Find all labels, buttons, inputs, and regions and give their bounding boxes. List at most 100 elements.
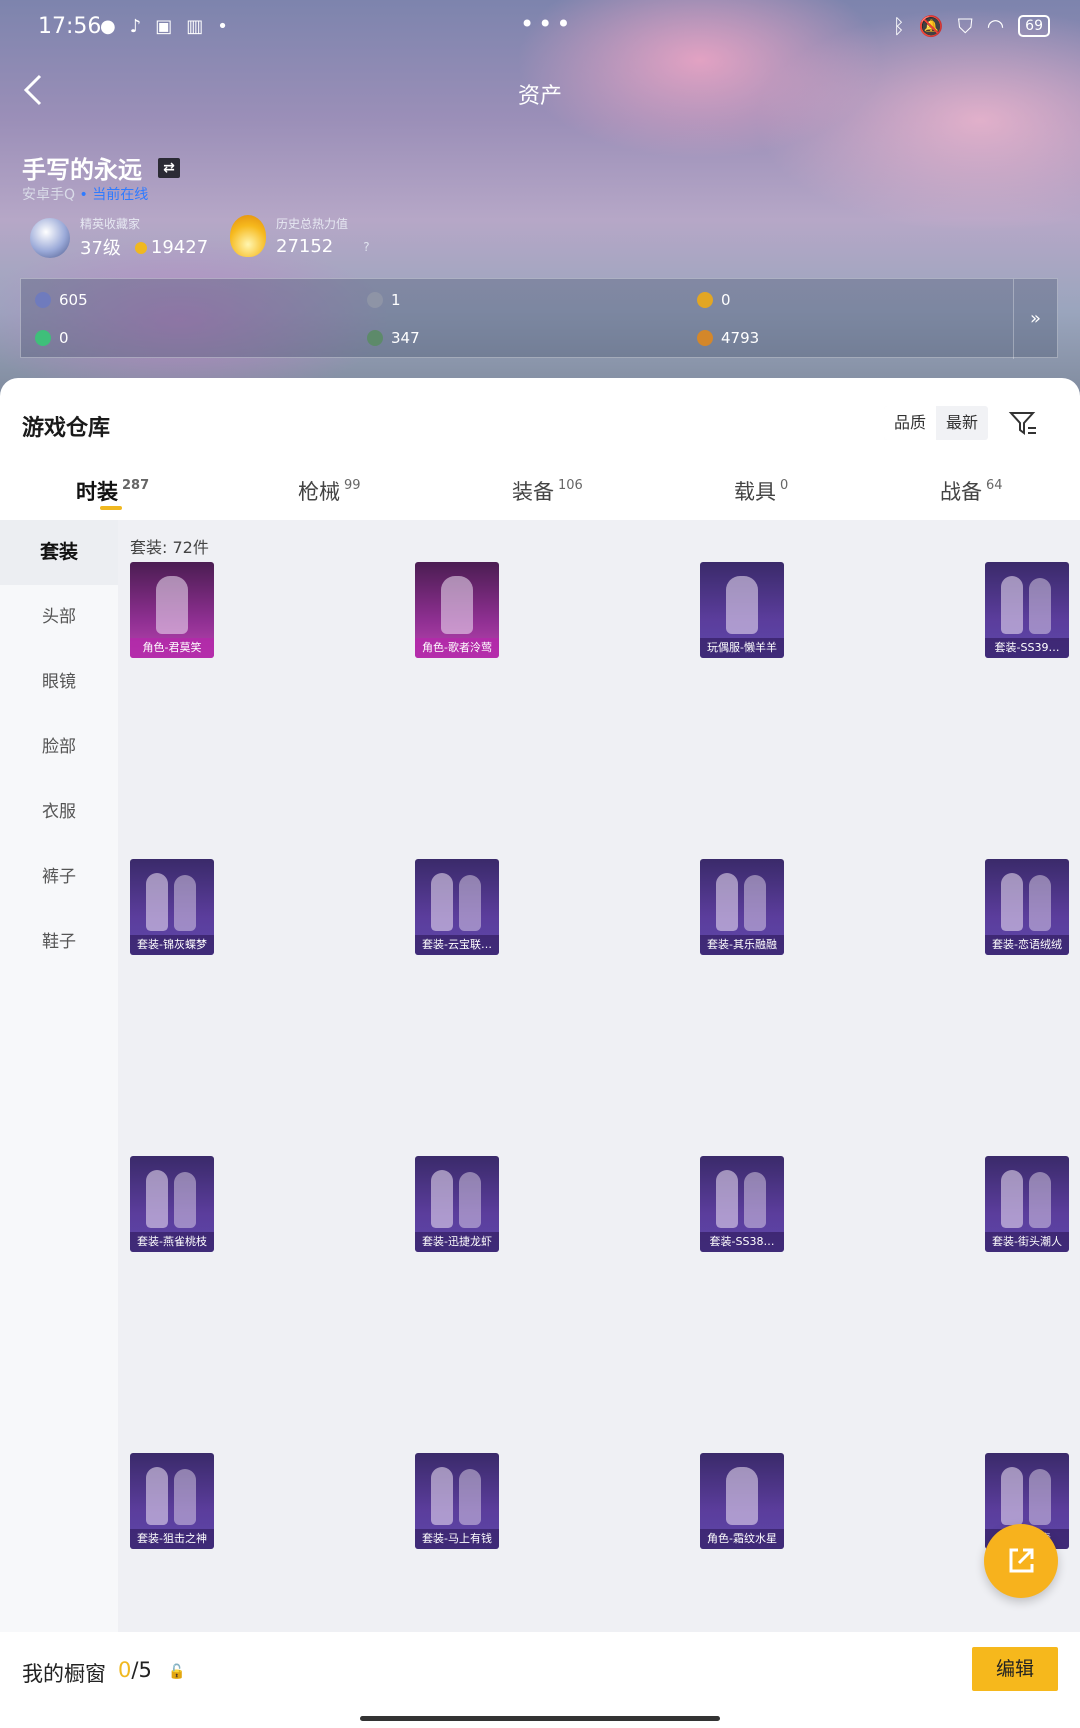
- sort-quality-button[interactable]: 品质: [884, 406, 937, 440]
- switch-account-icon[interactable]: ⇄: [158, 157, 180, 178]
- sort-newest-button[interactable]: 最新: [936, 406, 988, 440]
- item-card[interactable]: 套装-其乐融融: [700, 859, 784, 955]
- item-card[interactable]: 角色-君莫笑: [130, 562, 214, 658]
- item-card[interactable]: 玩偶服-懒羊羊: [700, 562, 784, 658]
- silver-coin-icon: [367, 292, 383, 308]
- collector-gem-icon: [30, 217, 70, 258]
- online-status: • 当前在线: [79, 187, 149, 203]
- tab-equipment[interactable]: 装备 106: [512, 476, 583, 506]
- page-title: 资产: [517, 84, 562, 109]
- item-name: 套装-迅捷龙虾: [415, 1232, 499, 1252]
- reader-icon: ▥: [186, 16, 204, 37]
- share-button[interactable]: [984, 1524, 1058, 1598]
- gold-coin-icon: [697, 292, 713, 308]
- item-thumbnail: [744, 1172, 766, 1228]
- item-thumbnail: [716, 873, 738, 931]
- item-count-label: 套装: 72件: [130, 538, 209, 557]
- bronze-coin-icon: [697, 330, 713, 346]
- bluetooth-icon: ᛒ: [892, 14, 905, 38]
- lock-icon: 🔓: [168, 1664, 186, 1680]
- edit-button[interactable]: 编辑: [972, 1647, 1058, 1691]
- dot-icon: •: [217, 16, 228, 37]
- filter-icon[interactable]: [1008, 408, 1038, 438]
- item-card[interactable]: 角色-歌者泠莺: [415, 562, 499, 658]
- stat-item: 4793: [697, 329, 759, 347]
- item-thumbnail: [1029, 875, 1051, 931]
- warehouse-sheet: 游戏仓库 品质 最新 时装 287 枪械 99 装备 106 载具 0 战备 64 套装 …: [0, 378, 1080, 1728]
- item-card[interactable]: 套装-锦灰蝶梦: [130, 859, 214, 955]
- item-card[interactable]: 套装-马上有钱: [415, 1453, 499, 1549]
- item-thumbnail: [1029, 578, 1051, 634]
- item-name: 套装-其乐融融: [700, 935, 784, 955]
- username: 手写的永远: [22, 156, 142, 184]
- item-name: 套装-SS38…: [700, 1232, 784, 1252]
- item-thumbnail: [726, 1467, 758, 1525]
- item-thumbnail: [459, 1469, 481, 1525]
- external-link-icon: [1009, 1548, 1034, 1573]
- home-indicator: [360, 1716, 720, 1721]
- item-card[interactable]: 套装-SS38…: [700, 1156, 784, 1252]
- coin-icon: [134, 241, 147, 254]
- stat-item: 347: [367, 329, 420, 347]
- item-thumbnail: [459, 1172, 481, 1228]
- item-thumbnail: [441, 576, 473, 634]
- sidebar-item-face[interactable]: 脸部: [0, 715, 118, 780]
- item-thumbnail: [174, 1172, 196, 1228]
- calendar-icon: ▣: [155, 16, 173, 37]
- platform-label: 安卓手Q: [22, 187, 76, 203]
- status-time: 17:56: [38, 14, 102, 39]
- stat-item: 0: [697, 291, 731, 309]
- item-card[interactable]: 套装-恋语绒绒: [985, 859, 1069, 955]
- item-name: 玩偶服-懒羊羊: [700, 638, 784, 658]
- mute-bell-icon: 🔕: [918, 14, 944, 38]
- item-card[interactable]: 套装-云宝联…: [415, 859, 499, 955]
- heat-badge[interactable]: 历史总热力值 27152 ?: [230, 215, 370, 257]
- currency-stats-panel[interactable]: 605 1 0 0 347 4793 »: [20, 278, 1058, 359]
- stat-item: 0: [35, 329, 69, 347]
- item-card[interactable]: 套装-狙击之神: [130, 1453, 214, 1549]
- item-thumbnail: [459, 875, 481, 931]
- flame-icon: [230, 215, 266, 257]
- tab-guns[interactable]: 枪械 99: [298, 476, 361, 506]
- help-icon[interactable]: ?: [363, 240, 369, 254]
- expand-stats-button[interactable]: »: [1013, 279, 1057, 359]
- collector-badge[interactable]: 精英收藏家 37级 19427: [30, 215, 208, 260]
- qq-icon: ●: [100, 16, 116, 37]
- sidebar-item-glasses[interactable]: 眼镜: [0, 650, 118, 715]
- heat-label: 历史总热力值: [276, 217, 349, 231]
- item-card[interactable]: 套装-燕雀桃枝: [130, 1156, 214, 1252]
- sidebar-item-clothes[interactable]: 衣服: [0, 780, 118, 845]
- item-thumbnail: [1001, 576, 1023, 634]
- sidebar-item-pants[interactable]: 裤子: [0, 845, 118, 910]
- stat-item: 605: [35, 291, 88, 309]
- item-card[interactable]: 角色-霜纹水星: [700, 1453, 784, 1549]
- item-thumbnail: [1001, 1170, 1023, 1228]
- showcase-count: 0/5: [118, 1658, 152, 1682]
- item-thumbnail: [1029, 1469, 1051, 1525]
- item-name: 套装-云宝联…: [415, 935, 499, 955]
- sidebar-item-suits[interactable]: 套装: [0, 520, 118, 585]
- heat-value: 27152: [276, 236, 334, 257]
- item-thumbnail: [716, 1170, 738, 1228]
- sidebar-item-head[interactable]: 头部: [0, 585, 118, 650]
- sidebar-item-shoes[interactable]: 鞋子: [0, 910, 118, 975]
- item-name: 套装-狙击之神: [130, 1529, 214, 1549]
- green-gem-icon: [35, 330, 51, 346]
- item-name: 套装-燕雀桃枝: [130, 1232, 214, 1252]
- item-name: 套装-锦灰蝶梦: [130, 935, 214, 955]
- item-thumbnail: [146, 873, 168, 931]
- status-bar: 17:56 ● ♪ ▣ ▥ • ••• ᛒ 🔕 ⛉ ◠ 69: [0, 0, 1080, 56]
- active-tab-indicator: [100, 506, 122, 510]
- wifi-icon: ◠: [986, 14, 1005, 38]
- warehouse-title: 游戏仓库: [22, 416, 111, 441]
- showcase-bar: 我的橱窗 0/5 🔓 编辑: [0, 1632, 1080, 1728]
- tab-battle-prep[interactable]: 战备 64: [940, 476, 1003, 506]
- tab-vehicles[interactable]: 载具 0: [734, 476, 788, 506]
- item-card[interactable]: 套装-SS39…: [985, 562, 1069, 658]
- item-card[interactable]: 套装-街头潮人: [985, 1156, 1069, 1252]
- item-thumbnail: [431, 1467, 453, 1525]
- more-dots-icon[interactable]: •••: [520, 10, 574, 38]
- tab-fashion[interactable]: 时装 287: [76, 476, 149, 506]
- item-card[interactable]: 套装-迅捷龙虾: [415, 1156, 499, 1252]
- item-thumbnail: [726, 576, 758, 634]
